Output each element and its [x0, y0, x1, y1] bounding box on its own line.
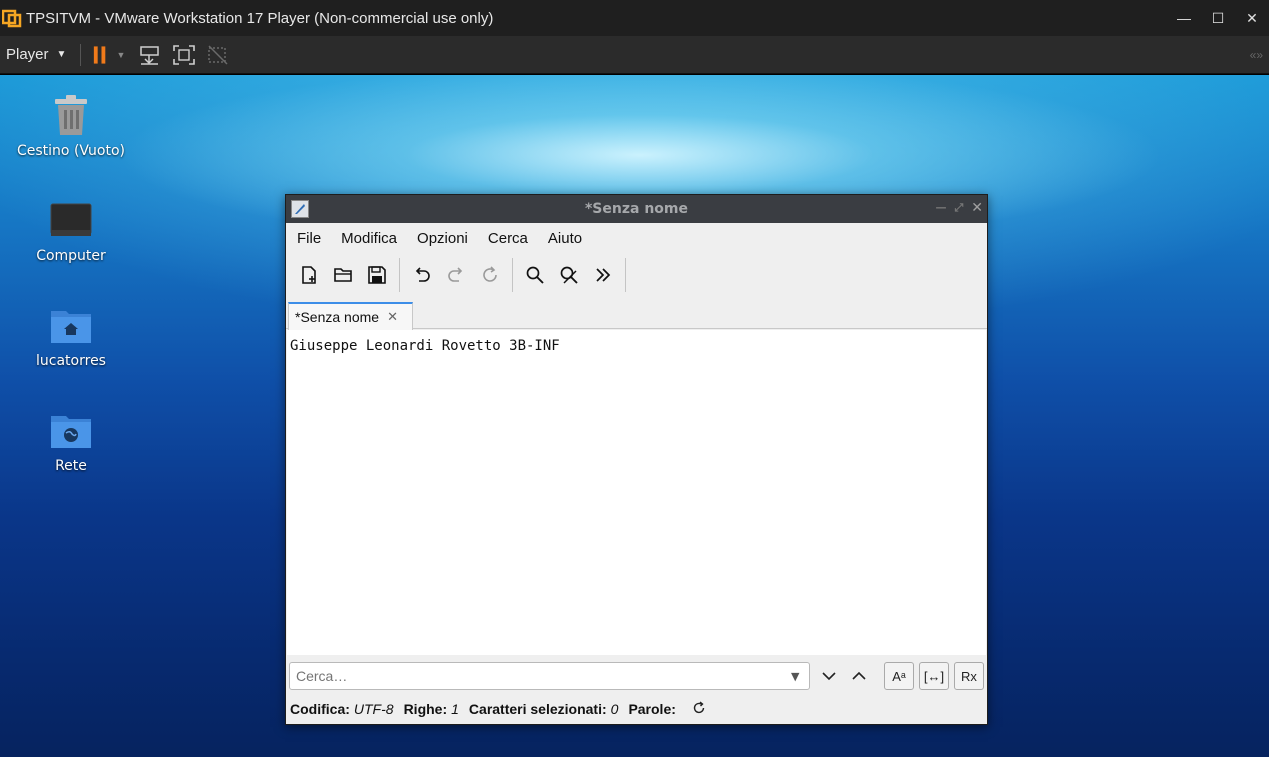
- toolbar-separator: [399, 258, 400, 292]
- pause-button[interactable]: ▼: [91, 40, 125, 70]
- toolbar-separator: [512, 258, 513, 292]
- undo-icon: [415, 267, 430, 282]
- send-ctrl-alt-del-button[interactable]: [133, 40, 167, 70]
- send-ctrl-alt-del-icon: [140, 45, 160, 65]
- vmware-logo-icon: [2, 8, 22, 28]
- refresh-word-count-icon[interactable]: [692, 700, 706, 718]
- editor-window: *Senza nome — ⤢ ✕ File Modifica Opzioni …: [285, 194, 988, 725]
- redo-icon: [448, 267, 463, 282]
- save-button[interactable]: [360, 258, 394, 292]
- new-document-button[interactable]: [292, 258, 326, 292]
- redo-button[interactable]: [439, 258, 473, 292]
- maximize-button[interactable]: ☐: [1201, 0, 1235, 36]
- replace-button[interactable]: [552, 258, 586, 292]
- go-to-line-button[interactable]: [586, 258, 620, 292]
- minimize-icon[interactable]: —: [935, 201, 946, 215]
- words-label: Parole:: [628, 701, 676, 717]
- encoding-value: UTF-8: [353, 701, 394, 717]
- desktop-icon-label: Computer: [36, 248, 106, 264]
- chevron-up-icon: [852, 671, 866, 680]
- find-previous-button[interactable]: [844, 662, 874, 690]
- fullscreen-icon: [173, 44, 196, 65]
- pause-icon: [94, 45, 106, 64]
- menu-opzioni[interactable]: Opzioni: [410, 230, 475, 247]
- close-button[interactable]: ✕: [1235, 0, 1269, 36]
- unity-icon: [208, 44, 228, 65]
- tab-senza-nome[interactable]: *Senza nome ✕: [288, 302, 413, 330]
- network-folder-icon: [47, 406, 95, 454]
- desktop-icon-computer[interactable]: Computer: [11, 196, 131, 264]
- whole-word-button[interactable]: [↔]: [919, 662, 949, 690]
- editor-toolbar: [286, 253, 987, 297]
- desktop-icon-label: Cestino (Vuoto): [17, 143, 125, 159]
- fullscreen-button[interactable]: [167, 40, 201, 70]
- vmware-toolbar: Player ▼ ▼ «»: [0, 36, 1269, 74]
- desktop-icon-network[interactable]: Rete: [11, 406, 131, 474]
- menu-cerca[interactable]: Cerca: [481, 230, 535, 247]
- text-editor[interactable]: Giuseppe Leonardi Rovetto 3B-INF: [287, 330, 986, 655]
- tab-close-icon[interactable]: ✕: [387, 309, 398, 325]
- editor-titlebar[interactable]: *Senza nome — ⤢ ✕: [286, 195, 987, 223]
- search-input[interactable]: [289, 662, 810, 690]
- find-button[interactable]: [518, 258, 552, 292]
- status-bar: Codifica: UTF-8 Righe: 1 Caratteri selez…: [290, 697, 706, 721]
- collapse-toolbar-icon[interactable]: «»: [1250, 48, 1263, 62]
- menu-modifica[interactable]: Modifica: [334, 230, 404, 247]
- player-menu[interactable]: Player ▼: [0, 36, 72, 73]
- menu-file[interactable]: File: [290, 230, 328, 247]
- computer-icon: [47, 196, 95, 244]
- search-bar: ▼ Aᵃ [↔] Rx: [286, 657, 987, 695]
- desktop-icon-label: Rete: [55, 458, 87, 474]
- folder-open-icon: [334, 268, 352, 282]
- window-title: TPSITVM - VMware Workstation 17 Player (…: [26, 9, 494, 27]
- selected-chars-value: 0: [610, 701, 619, 717]
- desktop-icon-trash[interactable]: Cestino (Vuoto): [11, 91, 131, 159]
- vmware-titlebar: TPSITVM - VMware Workstation 17 Player (…: [0, 0, 1269, 36]
- lines-value: 1: [451, 701, 459, 717]
- chevron-down-icon: [822, 672, 836, 681]
- minimize-button[interactable]: —: [1167, 0, 1201, 36]
- maximize-icon[interactable]: ⤢: [954, 201, 963, 215]
- open-button[interactable]: [326, 258, 360, 292]
- desktop-icon-home[interactable]: lucatorres: [11, 301, 131, 369]
- caret-down-icon: ▼: [56, 49, 67, 60]
- home-folder-icon: [47, 301, 95, 349]
- tab-bar: *Senza nome ✕: [286, 297, 987, 330]
- editor-window-title: *Senza nome: [584, 201, 688, 217]
- tab-label: *Senza nome: [295, 309, 380, 325]
- menu-aiuto[interactable]: Aiuto: [541, 230, 589, 247]
- find-replace-icon: [560, 266, 578, 284]
- match-case-button[interactable]: Aᵃ: [884, 662, 914, 690]
- close-icon[interactable]: ✕: [971, 201, 983, 215]
- encoding-label: Codifica:: [290, 701, 350, 717]
- toolbar-separator: [80, 43, 82, 66]
- reload-button[interactable]: [473, 258, 507, 292]
- double-chevron-right-icon: [596, 268, 611, 282]
- featherpad-icon: [291, 200, 309, 218]
- trash-icon: [47, 91, 95, 139]
- find-next-button[interactable]: [814, 662, 844, 690]
- new-document-icon: [302, 266, 316, 284]
- undo-button[interactable]: [405, 258, 439, 292]
- search-icon: [526, 266, 544, 284]
- selected-chars-label: Caratteri selezionati:: [468, 701, 607, 717]
- lines-label: Righe:: [403, 701, 448, 717]
- reload-icon: [483, 266, 497, 282]
- regex-button[interactable]: Rx: [954, 662, 984, 690]
- desktop-icon-label: lucatorres: [36, 353, 106, 369]
- toolbar-separator: [625, 258, 626, 292]
- caret-down-icon: ▼: [116, 49, 126, 60]
- unity-button[interactable]: [201, 40, 235, 70]
- chevron-down-icon[interactable]: ▼: [791, 670, 799, 683]
- player-menu-label: Player: [6, 46, 49, 63]
- save-icon: [368, 266, 386, 284]
- menubar: File Modifica Opzioni Cerca Aiuto: [286, 223, 987, 253]
